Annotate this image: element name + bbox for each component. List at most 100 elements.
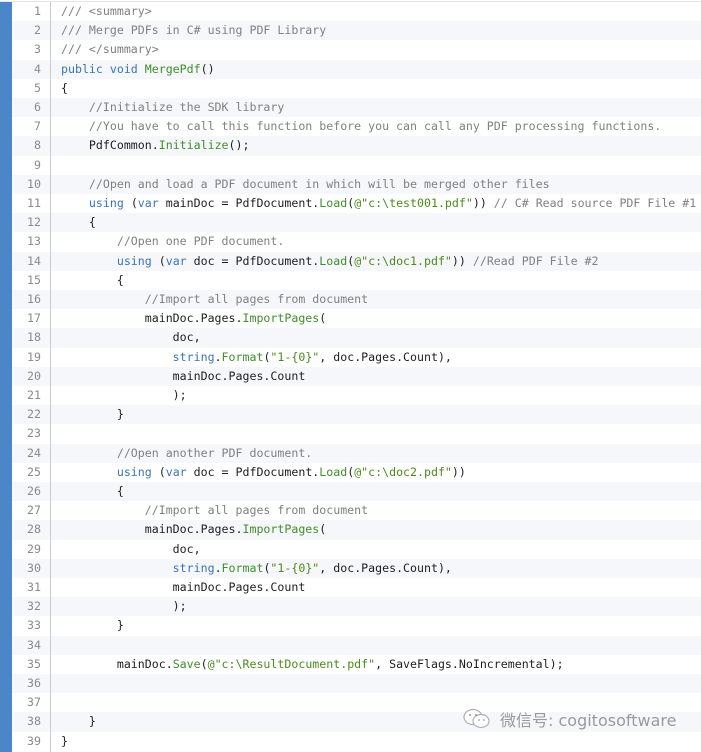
code-token: PdfCommon. [61,138,159,153]
code-token: mainDoc.Pages.Count [61,368,306,383]
code-line: 24 //Open another PDF document. [12,443,701,463]
line-code: ); [61,386,187,405]
line-code: } [61,732,68,751]
keyword-token: using [61,196,131,210]
line-code: /// Merge PDFs in C# using PDF Library [61,21,326,40]
method-token: ImportPages [242,522,320,537]
code-line: 35 mainDoc.Save(@"c:\ResultDocument.pdf"… [12,655,701,674]
code-line: 3 /// </summary> [12,40,701,59]
line-number: 29 [27,541,41,556]
line-code: //Import all pages from document [61,290,368,309]
method-token: ImportPages [242,311,320,326]
code-token: ( [158,253,166,268]
code-line: 26 { [12,482,701,502]
code-line: 22 } [12,405,701,425]
line-number: 1 [34,4,41,18]
code-line: 34 [12,635,701,655]
code-line: 8 PdfCommon.Initialize(); [12,136,701,156]
wechat-icon [463,708,490,729]
code-token: } [61,733,68,748]
comment-token: //You have to call this function before … [61,119,662,134]
code-line: 1 /// <summary> [12,2,701,21]
line-code: { [61,213,96,232]
keyword-token: var [165,464,194,479]
code-token: mainDoc.Pages.Count [61,580,306,594]
comment-token: //Read PDF File #2 [465,253,599,268]
keyword-token: var [137,196,166,210]
line-code: //Initialize the SDK library [61,98,284,117]
keyword-token: using [61,464,159,479]
watermark: 微信号: cogitosoftware [462,706,676,732]
code-token: ( [319,311,327,326]
code-line: 5{ [12,79,701,98]
code-line: 33 } [12,616,701,635]
code-line: 2 /// Merge PDFs in C# using PDF Library [12,21,701,41]
code-token: , SaveFlags.NoIncremental); [375,656,564,671]
code-token: mainDoc = PdfDocument. [165,196,320,210]
code-token: { [61,484,124,498]
line-number: 25 [27,464,41,479]
line-number: 19 [27,349,41,364]
line-number: 11 [27,196,41,210]
line-number: 30 [27,560,41,575]
line-number: 21 [27,388,41,402]
line-code: doc, [61,328,201,347]
line-code: { [61,271,124,290]
code-token: } [61,618,124,633]
code-line: 17 mainDoc.Pages.ImportPages( [12,309,701,328]
code-line: 12 { [12,213,701,233]
comment-token: /// <summary> [61,4,152,18]
code-line: 11 using (var mainDoc = PdfDocument.Load… [12,194,701,213]
code-line: 27 //Import all pages from document [12,501,701,520]
code-line: 9 [12,156,701,175]
method-token: Initialize [158,138,229,153]
line-code: //Open and load a PDF document in which … [61,175,550,194]
line-code: PdfCommon.Initialize(); [61,136,250,155]
code-token: , doc.Pages.Count), [319,349,452,364]
line-number: 5 [34,80,41,95]
code-line: 31 mainDoc.Pages.Count [12,578,701,597]
line-number: 8 [34,138,41,153]
line-code: string.Format("1-{0}", doc.Pages.Count), [61,559,452,578]
line-code: //Open another PDF document. [61,444,312,463]
code-token: )) [451,253,466,268]
line-code: } [61,616,124,635]
comment-token: //Open another PDF document. [61,445,313,460]
code-token: { [61,215,96,230]
code-token: (); [228,138,250,153]
method-token: Format [221,560,264,575]
keyword-token: public void [61,61,145,76]
line-code: mainDoc.Save(@"c:\ResultDocument.pdf", S… [61,655,564,674]
code-token: . [214,560,222,575]
line-code: using (var mainDoc = PdfDocument.Load(@"… [61,194,696,213]
code-token: } [61,714,96,729]
code-line: 10 //Open and load a PDF document in whi… [12,174,701,194]
method-token: Format [221,349,264,364]
code-line: 16 //Import all pages from document [12,290,701,310]
line-number: 22 [27,407,41,422]
line-number: 9 [34,157,41,172]
code-line: 20 mainDoc.Pages.Count [12,366,701,386]
line-number: 36 [27,676,41,690]
accent-bar [0,2,12,752]
code-line: 19 string.Format("1-{0}", doc.Pages.Coun… [12,348,701,367]
code-token: , doc.Pages.Count), [319,560,452,575]
code-token: doc, [61,541,201,556]
code-line: 14 using (var doc = PdfDocument.Load(@"c… [12,251,701,271]
code-line: 13 //Open one PDF document. [12,232,701,251]
string-token: @"c:\test001.pdf" [354,196,473,210]
line-code: string.Format("1-{0}", doc.Pages.Count), [61,348,452,367]
code-token: doc = PdfDocument. [193,464,320,479]
line-code: mainDoc.Pages.Count [61,578,306,597]
line-code: //Import all pages from document [61,501,368,520]
line-number: 38 [27,714,41,729]
line-number: 15 [27,272,41,287]
code-editor: 1 /// <summary> 2 /// Merge PDFs in C# usin… [0,1,701,752]
line-number: 4 [34,61,41,76]
comment-token: //Import all pages from document [61,292,369,306]
code-token: ( [130,196,138,210]
code-token: mainDoc.Pages. [61,311,243,326]
line-code: mainDoc.Pages.ImportPages( [61,520,327,539]
line-number: 16 [27,292,41,306]
code-line: 7 //You have to call this function befor… [12,117,701,136]
